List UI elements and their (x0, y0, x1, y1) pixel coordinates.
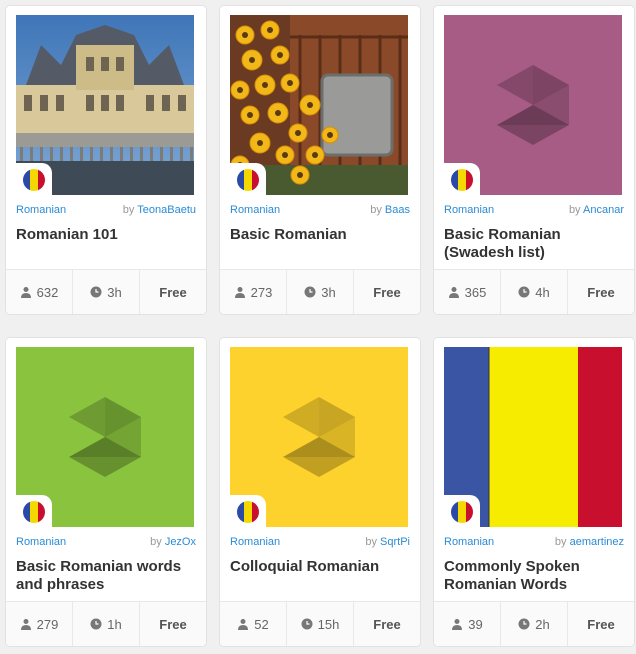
course-stats: 632 3h Free (6, 269, 206, 314)
language-link[interactable]: Romanian (230, 204, 280, 216)
learners-count: 632 (6, 270, 73, 314)
course-stats: 273 3h Free (220, 269, 420, 314)
user-icon (20, 287, 31, 298)
course-title[interactable]: Colloquial Romanian (230, 558, 412, 576)
romanian-flag-icon (23, 169, 45, 191)
course-title[interactable]: Romanian 101 (16, 226, 198, 244)
romanian-flag-icon (237, 501, 259, 523)
duration: 2h (501, 602, 568, 646)
course-stats: 52 15h Free (220, 601, 420, 646)
price: Free (373, 616, 401, 632)
flag-badge (16, 495, 52, 527)
course-card[interactable]: Romanian by TeonaBaetu Romanian 101 632 … (5, 5, 207, 315)
course-stats: 279 1h Free (6, 601, 206, 646)
language-link[interactable]: Romanian (444, 536, 494, 548)
course-title[interactable]: Basic Romanian (Swadesh list) (444, 226, 626, 262)
clock-icon (90, 286, 102, 298)
course-card[interactable]: Romanian by Ancanar Basic Romanian (Swad… (433, 5, 635, 315)
clock-icon (301, 618, 313, 630)
duration: 1h (73, 602, 140, 646)
flag-badge (444, 163, 480, 195)
course-card[interactable]: Romanian by Baas Basic Romanian 273 3h F… (219, 5, 421, 315)
price: Free (587, 284, 615, 300)
course-thumbnail[interactable] (230, 15, 408, 195)
price: Free (373, 284, 401, 300)
learners-count: 39 (434, 602, 501, 646)
course-thumbnail[interactable] (16, 15, 194, 195)
author-link[interactable]: Ancanar (583, 204, 624, 216)
author-link[interactable]: SqrtPi (380, 536, 410, 548)
author-link[interactable]: Baas (385, 204, 410, 216)
price: Free (159, 284, 187, 300)
course-thumbnail[interactable] (444, 347, 622, 527)
author-link[interactable]: JezOx (165, 536, 196, 548)
language-link[interactable]: Romanian (16, 204, 66, 216)
duration: 3h (73, 270, 140, 314)
course-title[interactable]: Basic Romanian (230, 226, 412, 244)
language-link[interactable]: Romanian (230, 536, 280, 548)
price: Free (159, 616, 187, 632)
duration: 15h (287, 602, 354, 646)
clock-icon (518, 286, 530, 298)
price: Free (587, 616, 615, 632)
course-thumbnail[interactable] (444, 15, 622, 195)
clock-icon (518, 618, 530, 630)
learners-count: 365 (434, 270, 501, 314)
duration: 4h (501, 270, 568, 314)
flag-badge (16, 163, 52, 195)
course-title[interactable]: Basic Romanian words and phrases (16, 558, 198, 594)
course-title[interactable]: Commonly Spoken Romanian Words (444, 558, 626, 594)
romanian-flag-icon (451, 501, 473, 523)
user-icon (20, 619, 31, 630)
learners-count: 279 (6, 602, 73, 646)
duration: 3h (287, 270, 354, 314)
user-icon (448, 287, 459, 298)
language-link[interactable]: Romanian (16, 536, 66, 548)
course-stats: 365 4h Free (434, 269, 634, 314)
course-thumbnail[interactable] (230, 347, 408, 527)
course-card[interactable]: Romanian by SqrtPi Colloquial Romanian 5… (219, 337, 421, 647)
romanian-flag-icon (237, 169, 259, 191)
course-card[interactable]: Romanian by aemartinez Commonly Spoken R… (433, 337, 635, 647)
course-card[interactable]: Romanian by JezOx Basic Romanian words a… (5, 337, 207, 647)
author-link[interactable]: TeonaBaetu (137, 204, 196, 216)
learners-count: 52 (220, 602, 287, 646)
author-link[interactable]: aemartinez (570, 536, 624, 548)
course-thumbnail[interactable] (16, 347, 194, 527)
clock-icon (90, 618, 102, 630)
user-icon (238, 619, 249, 630)
course-stats: 39 2h Free (434, 601, 634, 646)
learners-count: 273 (220, 270, 287, 314)
user-icon (234, 287, 245, 298)
flag-badge (230, 495, 266, 527)
romanian-flag-icon (451, 169, 473, 191)
clock-icon (304, 286, 316, 298)
flag-badge (444, 495, 480, 527)
flag-badge (230, 163, 266, 195)
user-icon (452, 619, 463, 630)
romanian-flag-icon (23, 501, 45, 523)
language-link[interactable]: Romanian (444, 204, 494, 216)
